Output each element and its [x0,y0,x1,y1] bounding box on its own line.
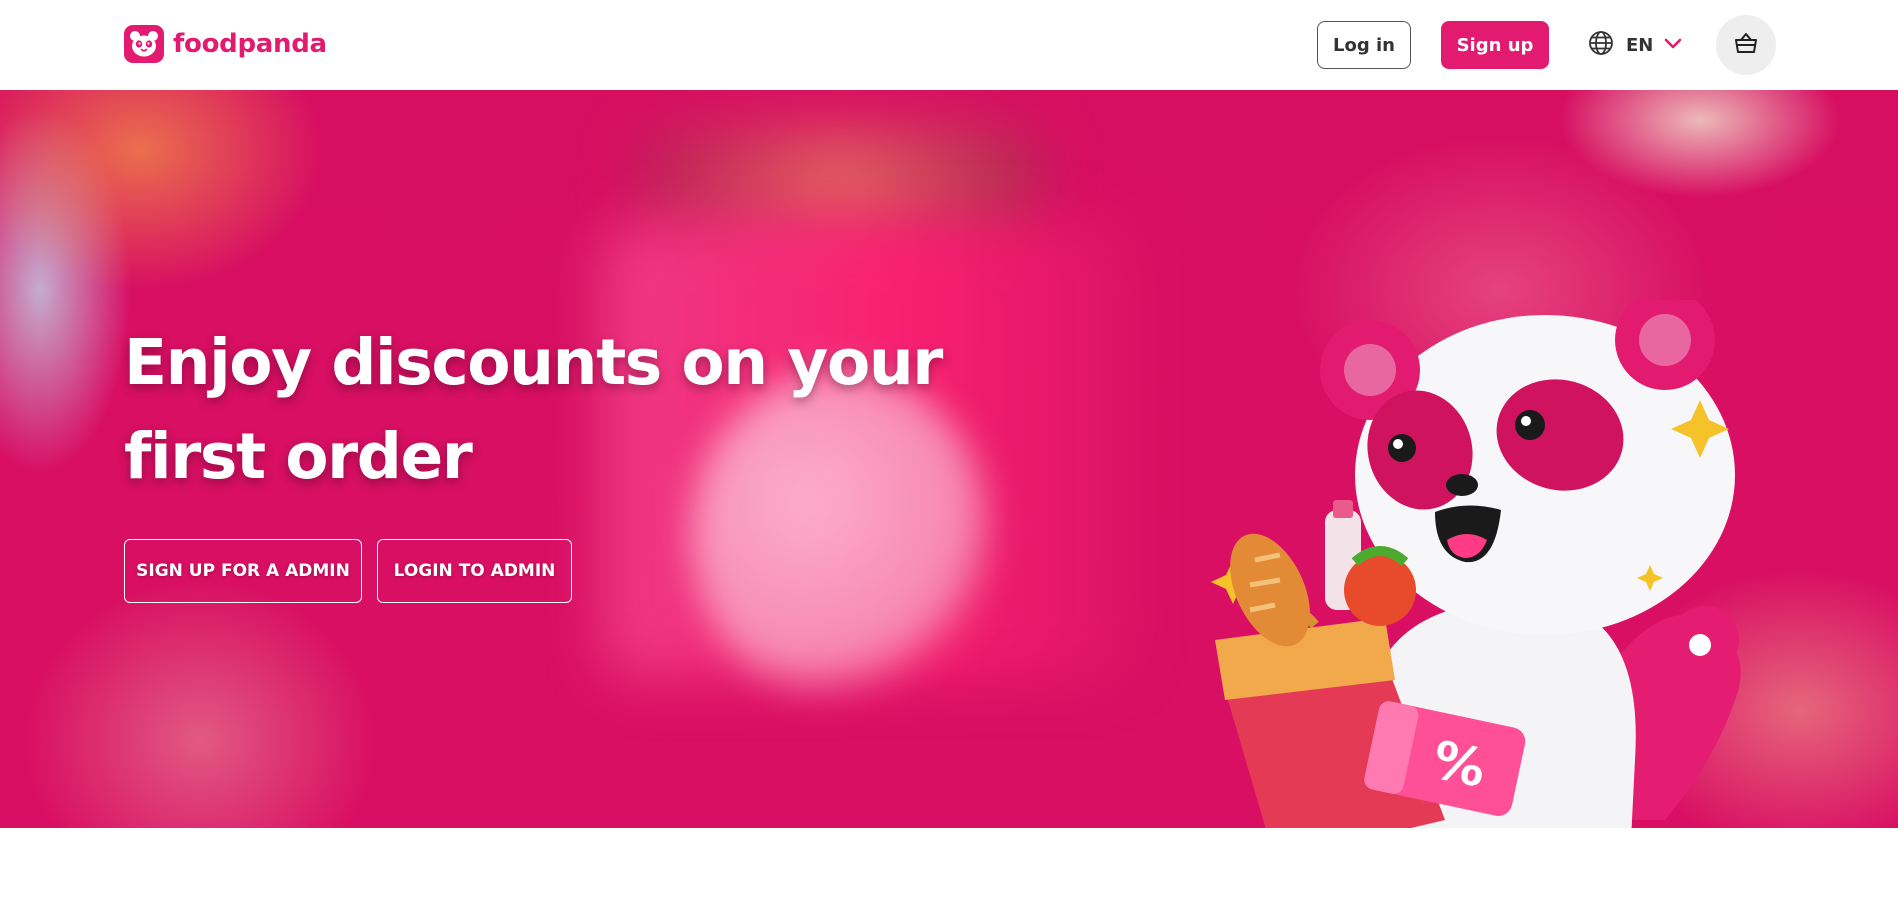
hero-title: Enjoy discounts on your first order [124,326,943,493]
top-navbar: foodpanda Log in Sign up EN [0,0,1898,90]
chevron-down-icon [1663,36,1683,55]
signup-button[interactable]: Sign up [1441,21,1549,69]
signup-admin-button[interactable]: SIGN UP FOR A ADMIN [124,539,362,603]
brand-logo[interactable]: foodpanda [124,25,327,63]
login-button[interactable]: Log in [1317,21,1411,69]
language-code: EN [1626,34,1654,56]
cart-button[interactable] [1716,15,1776,75]
hero-banner: Enjoy discounts on your first order SIGN… [0,90,1898,828]
brand-name: foodpanda [173,29,327,59]
login-admin-button[interactable]: LOGIN TO ADMIN [377,539,572,603]
shopping-basket-icon [1733,31,1759,59]
globe-icon [1588,30,1614,60]
language-selector[interactable]: EN [1588,28,1683,62]
panda-mascot-illustration: % [1211,300,1741,828]
panda-logo-icon [124,25,164,63]
